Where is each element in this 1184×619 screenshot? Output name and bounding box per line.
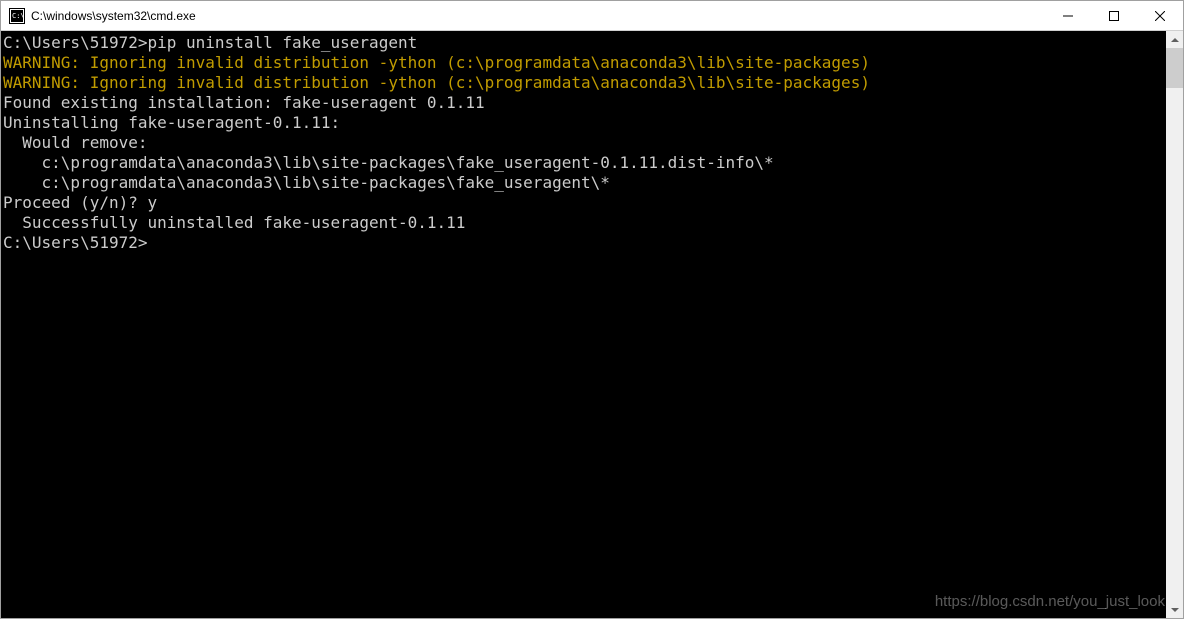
output-line: Uninstalling fake-useragent-0.1.11:	[3, 113, 1166, 133]
svg-text:C:\: C:\	[12, 12, 25, 20]
output-line: c:\programdata\anaconda3\lib\site-packag…	[3, 153, 1166, 173]
output-line: c:\programdata\anaconda3\lib\site-packag…	[3, 173, 1166, 193]
scroll-track[interactable]	[1166, 48, 1183, 601]
cmd-window: C:\ C:\windows\system32\cmd.exe C:\Users…	[0, 0, 1184, 619]
output-line: Found existing installation: fake-userag…	[3, 93, 1166, 113]
cmd-icon: C:\	[9, 8, 25, 24]
warning-line: WARNING: Ignoring invalid distribution -…	[3, 53, 1166, 73]
window-title: C:\windows\system32\cmd.exe	[31, 9, 1045, 23]
terminal-output[interactable]: C:\Users\51972>pip uninstall fake_userag…	[1, 31, 1166, 618]
warning-line: WARNING: Ignoring invalid distribution -…	[3, 73, 1166, 93]
output-line: Would remove:	[3, 133, 1166, 153]
prompt: C:\Users\51972>	[3, 33, 148, 52]
scroll-up-arrow[interactable]	[1166, 31, 1183, 48]
window-controls	[1045, 1, 1183, 30]
command-text: pip uninstall fake_useragent	[148, 33, 418, 52]
terminal-area: C:\Users\51972>pip uninstall fake_userag…	[1, 31, 1183, 618]
vertical-scrollbar[interactable]	[1166, 31, 1183, 618]
output-line: Proceed (y/n)? y	[3, 193, 1166, 213]
prompt: C:\Users\51972>	[3, 233, 1166, 253]
close-button[interactable]	[1137, 1, 1183, 30]
output-line: Successfully uninstalled fake-useragent-…	[3, 213, 1166, 233]
titlebar[interactable]: C:\ C:\windows\system32\cmd.exe	[1, 1, 1183, 31]
maximize-button[interactable]	[1091, 1, 1137, 30]
minimize-button[interactable]	[1045, 1, 1091, 30]
scroll-down-arrow[interactable]	[1166, 601, 1183, 618]
scroll-thumb[interactable]	[1166, 48, 1183, 88]
